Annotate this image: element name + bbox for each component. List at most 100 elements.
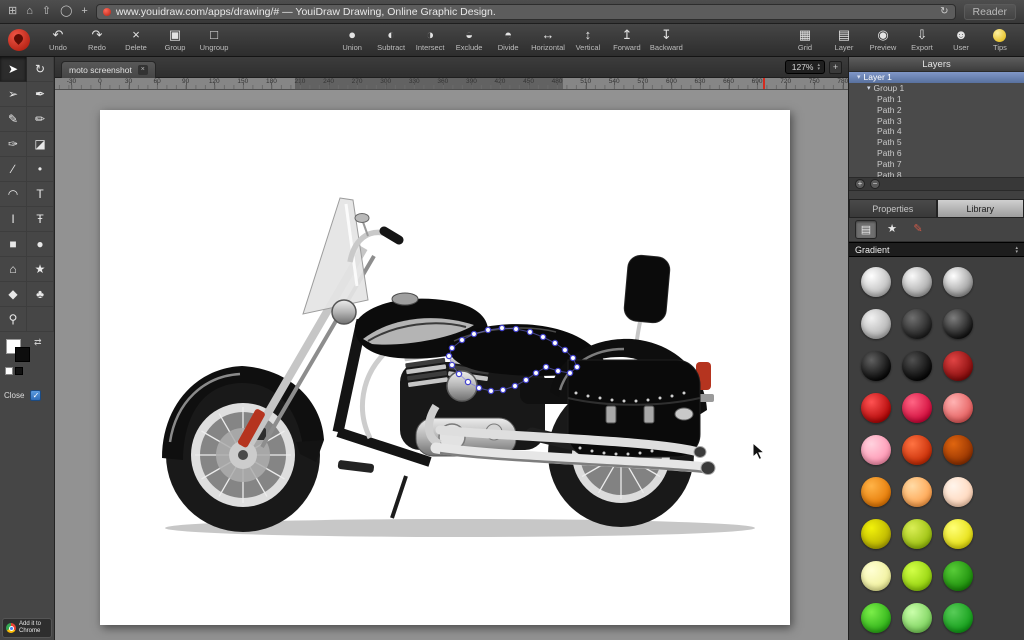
brush-style-icon[interactable]: ✎ — [907, 220, 929, 239]
layer-row-layer[interactable]: ▾Layer 1 — [849, 72, 1024, 83]
reader-button[interactable]: Reader — [964, 4, 1016, 20]
gradient-swatch[interactable] — [902, 477, 932, 507]
fill-style-icon[interactable]: ▤ — [855, 220, 877, 239]
zoom-tool[interactable]: ⚲ — [0, 307, 27, 332]
gradient-dropdown[interactable]: Gradient ▴ ▾ — [849, 242, 1024, 257]
gradient-swatch[interactable] — [902, 393, 932, 423]
gradient-swatch[interactable] — [861, 603, 891, 633]
layer-row-path[interactable]: Path 6 — [849, 148, 1024, 159]
path-text-tool[interactable]: Ŧ — [27, 207, 54, 232]
zoom-field[interactable]: 127% ▴ ▾ — [785, 60, 825, 74]
toolbar-button-horizontal[interactable]: ↔Horizontal — [531, 28, 565, 52]
address-bar[interactable]: www.youidraw.com/apps/drawing/# — YouiDr… — [96, 4, 956, 20]
gradient-swatch[interactable] — [943, 603, 973, 633]
gradient-swatch[interactable] — [861, 435, 891, 465]
expander-icon[interactable]: ▾ — [857, 73, 861, 81]
gradient-swatch[interactable] — [943, 561, 973, 591]
toolbar-button-divide[interactable]: ◓Divide — [492, 28, 524, 52]
reload-icon[interactable]: ↻ — [940, 6, 948, 17]
default-white-swatch[interactable] — [5, 367, 13, 375]
toolbar-button-union[interactable]: ●Union — [336, 28, 368, 52]
toolbar-button-ungroup[interactable]: □Ungroup — [198, 28, 230, 52]
share-icon[interactable]: ⇧ — [42, 6, 51, 17]
gradient-swatch[interactable] — [861, 393, 891, 423]
select-tool[interactable]: ➤ — [0, 57, 27, 82]
layer-row-path[interactable]: Path 7 — [849, 158, 1024, 169]
brush-tool[interactable]: ✎ — [0, 107, 27, 132]
toolbar-button-forward[interactable]: ↥Forward — [611, 28, 643, 52]
zoom-step-down-icon[interactable]: ▾ — [817, 67, 820, 71]
layer-row-path[interactable]: Path 4 — [849, 126, 1024, 137]
gradient-swatch[interactable] — [902, 519, 932, 549]
zoom-in-button[interactable]: + — [829, 61, 842, 74]
toolbar-button-export[interactable]: ⇩Export — [906, 28, 938, 52]
canvas-area[interactable] — [55, 90, 848, 640]
gradient-swatch[interactable] — [943, 267, 973, 297]
toolbar-button-redo[interactable]: ↷Redo — [81, 28, 113, 52]
layer-row-path[interactable]: Path 8 — [849, 169, 1024, 177]
gradient-swatch[interactable] — [861, 561, 891, 591]
new-tab-icon[interactable]: + — [81, 6, 87, 17]
gradient-swatch[interactable] — [902, 603, 932, 633]
layer-row-path[interactable]: Path 1 — [849, 94, 1024, 105]
text-tool[interactable]: T — [27, 182, 54, 207]
artboard[interactable] — [100, 110, 790, 625]
layer-row-path[interactable]: Path 3 — [849, 115, 1024, 126]
gradient-swatch[interactable] — [861, 267, 891, 297]
toolbar-button-vertical[interactable]: ↕Vertical — [572, 28, 604, 52]
gradient-swatch[interactable] — [902, 267, 932, 297]
layer-row-path[interactable]: Path 5 — [849, 137, 1024, 148]
home-icon[interactable]: ⌂ — [26, 6, 33, 17]
polygon-tool[interactable]: ⌂ — [0, 257, 27, 282]
tab-library[interactable]: Library — [937, 199, 1024, 218]
leaf-shape-tool[interactable]: ♣ — [27, 282, 54, 307]
expander-icon[interactable]: ▾ — [867, 84, 871, 92]
pen-tool[interactable]: ✒ — [27, 82, 54, 107]
toolbar-button-intersect[interactable]: ◑Intersect — [414, 28, 446, 52]
gradient-swatch[interactable] — [861, 477, 891, 507]
toolbar-button-delete[interactable]: ×Delete — [120, 28, 152, 52]
rectangle-tool[interactable]: ■ — [0, 232, 27, 257]
gradient-swatch[interactable] — [902, 351, 932, 381]
toolbar-button-user[interactable]: ☻User — [945, 28, 977, 52]
toolbar-button-exclude[interactable]: ◒Exclude — [453, 28, 485, 52]
remove-layer-button[interactable]: − — [870, 179, 880, 189]
window-icon[interactable]: ⊞ — [8, 6, 17, 17]
downloads-icon[interactable]: ◯ — [60, 6, 72, 17]
gradient-swatch[interactable] — [861, 309, 891, 339]
toolbar-button-layer[interactable]: ▤Layer — [828, 28, 860, 52]
add-layer-button[interactable]: + — [855, 179, 865, 189]
ellipse-tool[interactable]: ● — [27, 232, 54, 257]
gradient-swatch[interactable] — [943, 351, 973, 381]
document-tab[interactable]: moto screenshot × — [61, 61, 156, 78]
eraser-tool[interactable]: ◪ — [27, 132, 54, 157]
direct-select-tool[interactable]: ➢ — [0, 82, 27, 107]
tab-properties[interactable]: Properties — [849, 199, 937, 218]
gradient-swatch[interactable] — [943, 477, 973, 507]
rotate-tool[interactable]: ↻ — [27, 57, 54, 82]
tab-close-icon[interactable]: × — [138, 65, 148, 75]
toolbar-button-subtract[interactable]: ◐Subtract — [375, 28, 407, 52]
gradient-swatch[interactable] — [943, 393, 973, 423]
layer-row-group[interactable]: ▾Group 1 — [849, 83, 1024, 94]
text-cursor-tool[interactable]: I — [0, 207, 27, 232]
pencil-tool[interactable]: ✏ — [27, 107, 54, 132]
ink-brush-tool[interactable]: ✑ — [0, 132, 27, 157]
gradient-swatch[interactable] — [943, 309, 973, 339]
gradient-swatch[interactable] — [861, 519, 891, 549]
toolbar-button-undo[interactable]: ↶Undo — [42, 28, 74, 52]
gradient-swatch[interactable] — [943, 435, 973, 465]
gradient-swatch[interactable] — [902, 309, 932, 339]
swap-colors-icon[interactable]: ⇄ — [34, 337, 42, 348]
star-style-icon[interactable]: ★ — [881, 220, 903, 239]
star-tool[interactable]: ★ — [27, 257, 54, 282]
gradient-swatch[interactable] — [902, 435, 932, 465]
gradient-swatch[interactable] — [902, 561, 932, 591]
layer-row-path[interactable]: Path 2 — [849, 104, 1024, 115]
fill-color-well[interactable] — [15, 347, 30, 362]
gradient-swatch[interactable] — [861, 351, 891, 381]
artwork-motorcycle[interactable] — [100, 110, 790, 625]
zoom-stepper-icons[interactable]: ▴ ▾ — [817, 63, 820, 71]
toolbar-button-group[interactable]: ▣Group — [159, 28, 191, 52]
toolbar-button-backward[interactable]: ↧Backward — [650, 28, 683, 52]
